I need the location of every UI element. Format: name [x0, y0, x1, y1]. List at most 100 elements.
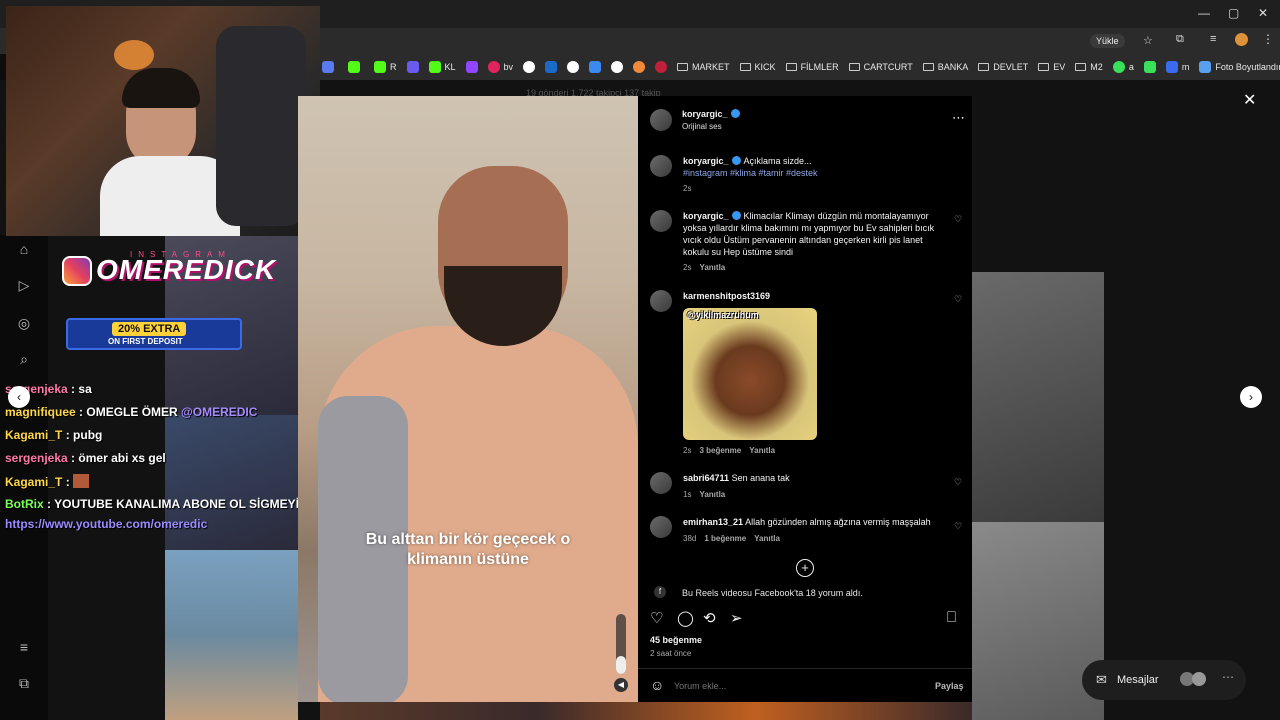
post-comment-button[interactable]: Paylaş — [935, 681, 964, 691]
likes-count[interactable]: 45 beğenme — [650, 635, 702, 645]
bookmark-7[interactable] — [523, 61, 536, 73]
caption-line-2: klimanın üstüne — [407, 551, 529, 568]
search-icon[interactable]: ⌕ — [16, 351, 32, 367]
profile-avatar[interactable] — [1235, 33, 1248, 46]
bookmark-12[interactable] — [633, 61, 646, 73]
folder-market[interactable]: MARKET — [677, 62, 730, 72]
chat-username: BotRix — [5, 497, 44, 511]
comment-likes[interactable]: 3 beğenme — [699, 446, 741, 455]
kick-icon — [374, 61, 386, 73]
bookmark-a[interactable]: a — [1112, 61, 1134, 73]
chat-text: OMEGLE ÖMER — [86, 405, 182, 419]
comment-likes[interactable]: 1 beğenme — [704, 534, 746, 543]
explore-icon[interactable]: ◎ — [16, 315, 32, 331]
caption-avatar[interactable] — [650, 155, 672, 177]
like-heart-icon[interactable]: ♡ — [650, 609, 663, 627]
bookmark-10[interactable] — [589, 61, 602, 73]
bookmark-9[interactable] — [567, 61, 580, 73]
bookmark-favicon-icon — [1165, 61, 1178, 73]
caption-hashtags[interactable]: #instagram #klima #tamir #destek — [683, 168, 818, 178]
comment-user[interactable]: karmenshitpost3169 — [683, 291, 770, 301]
previous-post-icon[interactable]: ‹ — [8, 386, 30, 408]
load-more-comments-icon[interactable]: + — [796, 559, 814, 577]
folder-filmler[interactable]: FİLMLER — [785, 62, 839, 72]
share-icon[interactable]: ➢ — [730, 609, 743, 627]
comment-avatar[interactable] — [650, 472, 672, 494]
chat-link[interactable]: https://www.youtube.com/omeredic — [5, 517, 207, 531]
caption-user[interactable]: koryargic_ — [683, 156, 729, 166]
bookmark-5[interactable] — [465, 61, 478, 73]
more-icon[interactable]: ⋯ — [952, 110, 965, 126]
comment-like-icon[interactable]: ♡ — [954, 214, 962, 225]
chat-text: YOUTUBE KANALIMA ABONE OL SİGMEYİM: — [54, 497, 314, 511]
bookmark-0[interactable] — [322, 61, 338, 73]
comment-user[interactable]: sabri64711 — [683, 473, 729, 483]
bookmark-m[interactable]: m — [1165, 61, 1189, 73]
bookmark-favicon-icon — [1199, 61, 1212, 73]
emoji-icon[interactable]: ☺ — [650, 677, 664, 693]
promo-main-text: 20% EXTRA — [112, 322, 187, 336]
threads-icon[interactable]: ⧉ — [16, 675, 32, 691]
bookmark-4[interactable]: KL — [428, 61, 456, 73]
comment-icon[interactable]: ◯ — [677, 609, 694, 627]
folder-ev[interactable]: EV — [1038, 62, 1065, 72]
comment-like-icon[interactable]: ♡ — [954, 294, 962, 305]
post-caption: koryargic_ Açıklama sizde... #instagram #k… — [683, 155, 943, 179]
comment-gif[interactable]: @yikilmazruhum — [683, 308, 817, 440]
author-avatar[interactable] — [650, 109, 672, 131]
reply-button[interactable]: Yanıtla — [699, 490, 725, 499]
comment-like-icon[interactable]: ♡ — [954, 477, 962, 488]
home-icon[interactable]: ⌂ — [16, 241, 32, 257]
folder-devlet[interactable]: DEVLET — [978, 62, 1028, 72]
reply-button[interactable]: Yanıtla — [749, 446, 775, 455]
bookmark-favicon-icon — [655, 61, 668, 73]
post-details-panel: koryargic_ Orijinal ses ⋯ koryargic_ Açık… — [638, 96, 972, 702]
repost-icon[interactable]: ⟲ — [703, 609, 716, 627]
comment-user[interactable]: emirhan13_21 — [683, 517, 743, 527]
bookmark-3[interactable] — [406, 61, 419, 73]
volume-icon[interactable]: ◀ — [614, 678, 628, 692]
reply-button[interactable]: Yanıtla — [699, 263, 725, 272]
comment-avatar[interactable] — [650, 516, 672, 538]
bookmark-8[interactable] — [545, 61, 558, 73]
save-bookmark-icon[interactable]: ⎕ — [947, 609, 956, 626]
bookmark-foto-boyutlandirici[interactable]: Foto Boyutlandırıcı — [1199, 61, 1280, 73]
folder-kick[interactable]: KICK — [739, 62, 776, 72]
upload-button[interactable]: Yükle — [1090, 34, 1125, 48]
comment-user[interactable]: koryargic_ — [683, 211, 729, 221]
bookmark-11[interactable] — [611, 61, 624, 73]
comment-avatar[interactable] — [650, 290, 672, 312]
reel-video[interactable]: Bu alttan bir kör geçecek o klimanın üst… — [298, 96, 638, 702]
comment-avatar[interactable] — [650, 210, 672, 232]
bookmark-2[interactable]: R — [374, 61, 397, 73]
comment-like-icon[interactable]: ♡ — [954, 521, 962, 532]
reply-button[interactable]: Yanıtla — [754, 534, 780, 543]
profile-grid-tile[interactable] — [165, 550, 298, 720]
folder-banka[interactable]: BANKA — [922, 62, 968, 72]
audio-label[interactable]: Orijinal ses — [682, 122, 722, 131]
maximize-icon[interactable]: ▢ — [1228, 6, 1239, 20]
folder-label: M2 — [1090, 62, 1103, 72]
bookmark-1[interactable] — [348, 61, 364, 73]
folder-m2[interactable]: M2 — [1075, 62, 1103, 72]
menu-icon[interactable]: ≡ — [16, 639, 32, 655]
reels-icon[interactable]: ▷ — [16, 277, 32, 293]
minimize-icon[interactable]: — — [1198, 6, 1210, 20]
post-author[interactable]: koryargic_ — [682, 109, 743, 119]
bookmark-6[interactable]: bv — [487, 61, 513, 73]
close-window-icon[interactable]: ✕ — [1258, 6, 1268, 20]
next-post-icon[interactable]: › — [1240, 386, 1262, 408]
close-modal-icon[interactable]: ✕ — [1243, 90, 1256, 110]
extensions-icon[interactable]: ⧉ — [1176, 33, 1184, 46]
profile-grid-tile[interactable] — [972, 272, 1104, 522]
comment-input[interactable] — [674, 678, 914, 694]
caption-text: Açıklama sizde... — [743, 156, 812, 166]
bookmark-green[interactable] — [1143, 61, 1156, 73]
bookmark-13[interactable] — [655, 61, 668, 73]
reading-list-icon[interactable]: ≡ — [1210, 33, 1216, 45]
messages-button[interactable]: ✉ Mesajlar ⋯ — [1082, 660, 1246, 700]
folder-cartcurt[interactable]: CARTCURT — [848, 62, 913, 72]
browser-menu-icon[interactable]: ⋮ — [1262, 32, 1274, 46]
star-icon[interactable]: ☆ — [1143, 34, 1153, 47]
folder-icon — [848, 63, 860, 71]
